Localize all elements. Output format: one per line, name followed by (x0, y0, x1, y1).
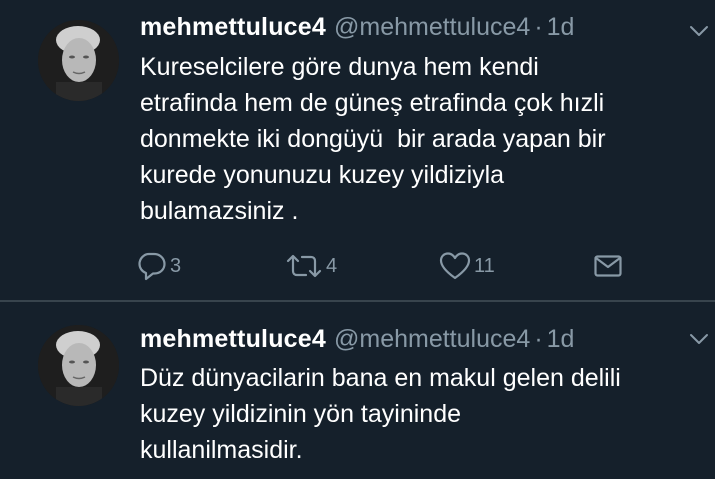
tweet-header: mehmettuluce4 @mehmettuluce4 · 1d (140, 10, 574, 44)
chevron-down-icon[interactable] (689, 332, 709, 346)
tweet-header: mehmettuluce4 @mehmettuluce4 · 1d (140, 322, 574, 356)
avatar[interactable] (38, 20, 119, 101)
direct-message-button[interactable] (592, 248, 624, 284)
avatar-photo (38, 20, 119, 101)
like-button[interactable]: 11 (438, 248, 495, 284)
separator: · (534, 325, 543, 353)
chevron-down-icon[interactable] (689, 24, 709, 38)
retweet-icon (286, 254, 322, 278)
avatar[interactable] (38, 325, 119, 406)
envelope-icon (594, 255, 622, 277)
tweet[interactable]: mehmettuluce4 @mehmettuluce4 · 1d Kureselci… (0, 0, 715, 301)
user-handle[interactable]: @mehmettuluce4 (334, 325, 530, 353)
timestamp[interactable]: 1d (547, 13, 575, 41)
tweet[interactable]: mehmettuluce4 @mehmettuluce4 · 1d Düz dünya… (0, 302, 715, 479)
avatar-photo (38, 325, 119, 406)
like-count: 11 (474, 254, 495, 277)
user-handle[interactable]: @mehmettuluce4 (334, 13, 530, 41)
retweet-button[interactable]: 4 (284, 248, 337, 284)
timestamp[interactable]: 1d (547, 325, 575, 353)
tweet-text: Düz dünyacilarin bana en makul gelen del… (140, 364, 621, 464)
reply-icon (138, 252, 166, 281)
tweet-text: Kureselcilere göre dunya hem kendi etraf… (140, 53, 606, 225)
retweet-count: 4 (326, 254, 338, 277)
separator: · (534, 13, 543, 41)
display-name[interactable]: mehmettuluce4 (140, 325, 326, 353)
reply-count: 3 (170, 254, 182, 277)
heart-icon (439, 252, 471, 280)
reply-button[interactable]: 3 (136, 248, 181, 284)
display-name[interactable]: mehmettuluce4 (140, 13, 326, 41)
tweet-actions: 3 4 11 (136, 248, 636, 284)
